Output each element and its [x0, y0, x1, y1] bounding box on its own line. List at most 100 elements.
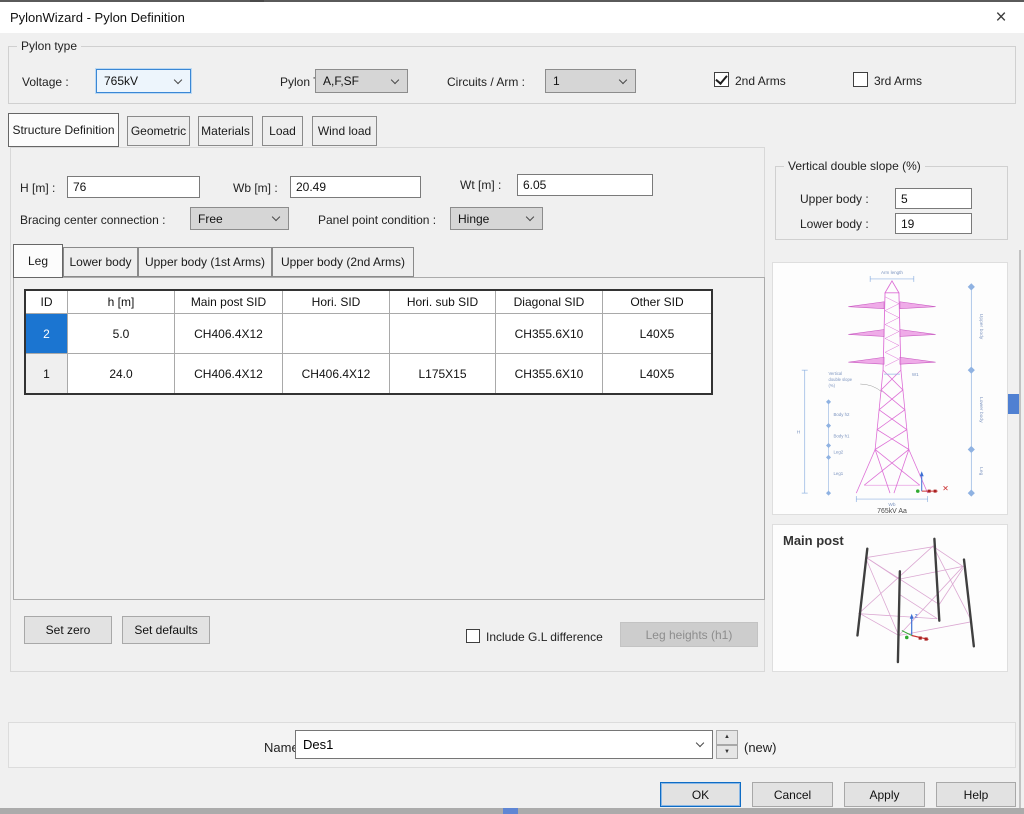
upper-body-input[interactable]	[895, 188, 972, 209]
panel-point-condition-combo[interactable]: Hinge	[450, 207, 543, 230]
z-axis-label: z	[915, 613, 918, 620]
tab-lower-body[interactable]: Lower body	[63, 247, 138, 277]
table-header-row: ID h [m] Main post SID Hori. SID Hori. s…	[26, 291, 711, 313]
col-id[interactable]: ID	[26, 291, 68, 313]
col-h[interactable]: h [m]	[68, 291, 175, 313]
col-main-post-sid[interactable]: Main post SID	[175, 291, 283, 313]
main-post-preview: Main post	[772, 524, 1008, 672]
slope-note-line2: double slope	[829, 377, 853, 382]
wt-input[interactable]	[517, 174, 653, 196]
chevron-down-icon	[174, 77, 183, 86]
third-arms-label: 3rd Arms	[874, 74, 922, 88]
leg-dim-label: Leg	[978, 467, 984, 475]
upper-body-dim-label: Upper body	[978, 314, 984, 340]
close-icon[interactable]: ×	[988, 5, 1014, 31]
cell-hori-sid[interactable]: CH406.4X12	[283, 353, 390, 393]
col-diagonal-sid[interactable]: Diagonal SID	[496, 291, 603, 313]
wb-label: Wb [m] :	[233, 181, 278, 195]
pylon-elevation-preview: Arm length	[772, 262, 1008, 515]
pylon-caption: 765kV Aa	[877, 508, 907, 514]
h-label: H [m] :	[20, 181, 55, 195]
leg1-label: Leg1	[833, 471, 843, 476]
vertical-double-slope-group-label: Vertical double slope (%)	[784, 159, 925, 173]
lower-body-label: Lower body :	[800, 217, 869, 231]
upper-body-label: Upper body :	[800, 192, 869, 206]
chevron-down-icon	[526, 214, 535, 223]
cell-diagonal-sid[interactable]: CH355.6X10	[496, 353, 603, 393]
main-post-label: Main post	[783, 533, 844, 548]
bottom-scrollbar-thumb[interactable]	[503, 808, 518, 814]
pylon-type-group-label: Pylon type	[17, 39, 81, 53]
right-edge-line	[1019, 250, 1021, 814]
tab-upper-body-1st-arms[interactable]: Upper body (1st Arms)	[138, 247, 272, 277]
cell-main-post-sid[interactable]: CH406.4X12	[175, 353, 283, 393]
cell-hori-sid[interactable]	[283, 313, 390, 353]
cell-h[interactable]: 24.0	[68, 353, 175, 393]
bracing-center-connection-combo[interactable]: Free	[190, 207, 289, 230]
window-title: PylonWizard - Pylon Definition	[10, 10, 185, 25]
include-gl-difference-checkbox[interactable]	[466, 629, 480, 643]
wb-input[interactable]	[290, 176, 421, 198]
pylon-definition-dialog: PylonWizard - Pylon Definition × Pylon t…	[0, 0, 1024, 814]
second-arms-label: 2nd Arms	[735, 74, 786, 88]
col-hori-sub-sid[interactable]: Hori. sub SID	[390, 291, 496, 313]
body-h2-label: Body h2	[833, 412, 850, 417]
cancel-button[interactable]: Cancel	[752, 782, 833, 807]
panel-combo-value: Hinge	[458, 212, 489, 226]
cell-other-sid[interactable]: L40X5	[603, 313, 711, 353]
cell-hori-sub-sid[interactable]	[390, 313, 496, 353]
table-row[interactable]: 1 24.0 CH406.4X12 CH406.4X12 L175X15 CH3…	[26, 353, 711, 393]
apply-button[interactable]: Apply	[844, 782, 925, 807]
second-arms-checkbox[interactable]	[714, 72, 729, 87]
set-defaults-button[interactable]: Set defaults	[122, 616, 210, 644]
tab-load[interactable]: Load	[262, 116, 303, 146]
lower-body-dim-label: Lower body	[978, 397, 984, 423]
lower-body-input[interactable]	[895, 213, 972, 234]
name-input[interactable]	[303, 737, 673, 752]
cell-diagonal-sid[interactable]: CH355.6X10	[496, 313, 603, 353]
panel-point-condition-label: Panel point condition :	[318, 213, 436, 227]
col-hori-sid[interactable]: Hori. SID	[283, 291, 390, 313]
third-arms-checkbox[interactable]	[853, 72, 868, 87]
body-h1-label: Body h1	[833, 434, 850, 439]
row-id-cell[interactable]: 2	[26, 313, 68, 353]
chevron-down-icon	[696, 740, 705, 749]
set-zero-button[interactable]: Set zero	[24, 616, 112, 644]
chevron-down-icon	[391, 77, 400, 86]
voltage-combo-value: 765kV	[104, 74, 138, 88]
pylon-type-combo[interactable]: A,F,SF	[315, 69, 408, 93]
tab-materials[interactable]: Materials	[198, 116, 253, 146]
h-dim-label: H	[797, 430, 801, 436]
voltage-label: Voltage :	[22, 75, 69, 89]
tab-upper-body-2nd-arms[interactable]: Upper body (2nd Arms)	[272, 247, 414, 277]
spinner-up-icon[interactable]: ▲	[716, 730, 738, 745]
cell-hori-sub-sid[interactable]: L175X15	[390, 353, 496, 393]
cell-h[interactable]: 5.0	[68, 313, 175, 353]
circuits-arm-combo[interactable]: 1	[545, 69, 636, 93]
pylon-elevation-drawing: Arm length	[773, 263, 1007, 514]
col-other-sid[interactable]: Other SID	[603, 291, 711, 313]
cell-other-sid[interactable]: L40X5	[603, 353, 711, 393]
w1-label: W1	[912, 372, 919, 377]
circuits-arm-label: Circuits / Arm :	[447, 75, 525, 89]
leg2-label: Leg2	[833, 449, 843, 454]
tab-geometric[interactable]: Geometric	[127, 116, 190, 146]
pylon-type-combo-value: A,F,SF	[323, 74, 359, 88]
table-row[interactable]: 2 5.0 CH406.4X12 CH355.6X10 L40X5	[26, 313, 711, 353]
tab-leg[interactable]: Leg	[13, 244, 63, 278]
axes-icon	[916, 471, 948, 493]
row-id-cell[interactable]: 1	[26, 353, 68, 393]
cell-main-post-sid[interactable]: CH406.4X12	[175, 313, 283, 353]
voltage-combo[interactable]: 765kV	[96, 69, 191, 93]
tab-wind-load[interactable]: Wind load	[312, 116, 377, 146]
help-button[interactable]: Help	[936, 782, 1016, 807]
h-input[interactable]	[67, 176, 200, 198]
ok-button[interactable]: OK	[660, 782, 741, 807]
tab-structure-definition[interactable]: Structure Definition	[8, 113, 119, 147]
spinner-down-icon[interactable]: ▼	[716, 745, 738, 760]
arm-length-label: Arm length	[881, 270, 903, 275]
right-scrollbar-thumb[interactable]	[1008, 394, 1019, 414]
name-combo[interactable]	[295, 730, 713, 759]
wt-label: Wt [m] :	[460, 178, 501, 192]
slope-note-line1: Vertical	[829, 371, 843, 376]
